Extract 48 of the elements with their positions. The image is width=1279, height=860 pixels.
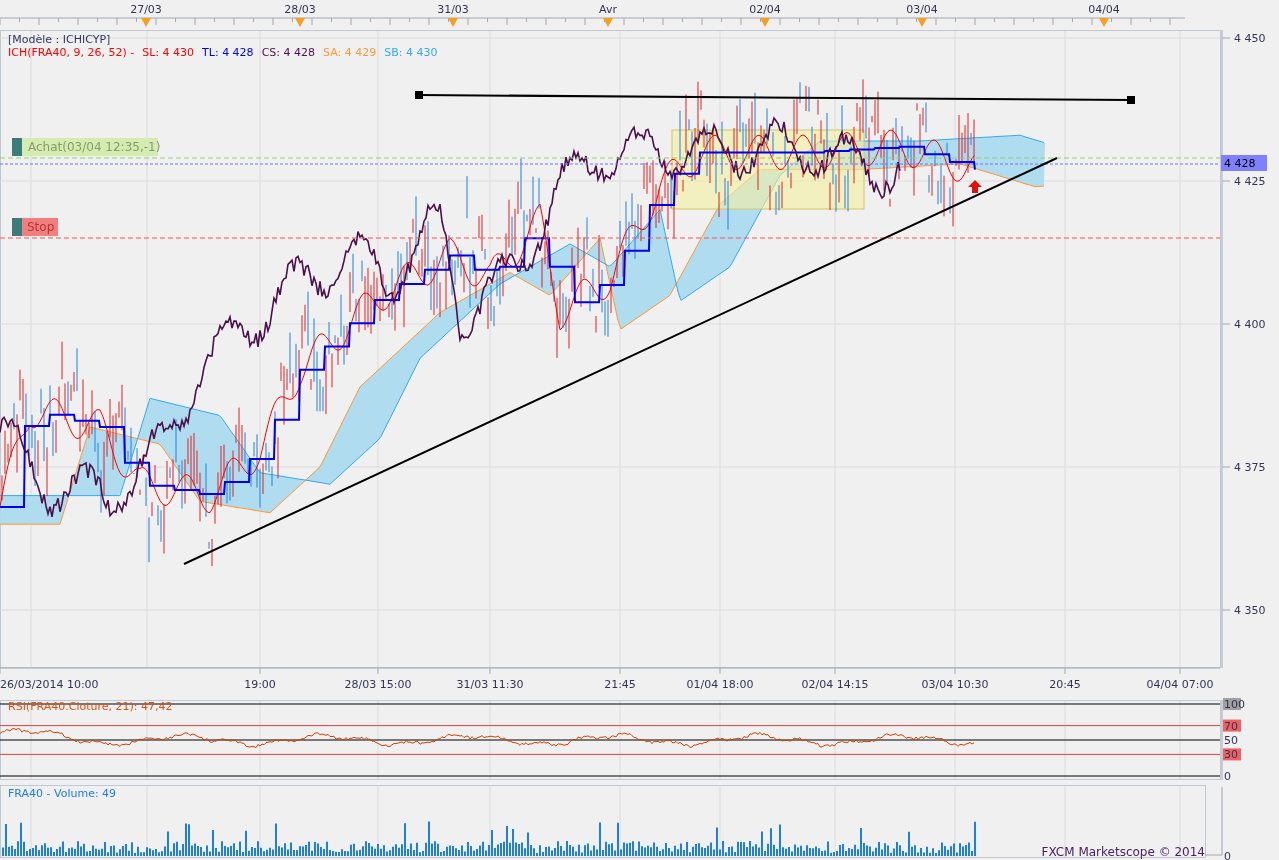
rsi-title: RSI(FRA40.Cloture, 21): 47,42 bbox=[8, 700, 173, 713]
volume-axis bbox=[1204, 786, 1223, 856]
stop-order-label: Stop bbox=[12, 218, 58, 236]
rsi-level-label: 30 bbox=[1224, 748, 1238, 762]
current-price-tag: 4 428 bbox=[1221, 155, 1267, 171]
marker-icon bbox=[760, 18, 770, 27]
rsi-level-label: 50 bbox=[1224, 734, 1238, 747]
price-label: 4 450 bbox=[1234, 32, 1266, 45]
time-label: 28/03 15:00 bbox=[344, 678, 412, 691]
time-label: 19:00 bbox=[244, 678, 276, 691]
time-label: 20:45 bbox=[1049, 678, 1081, 691]
volume-axis-label: 0 bbox=[1224, 850, 1231, 860]
indicator-value: SB: 4 430 bbox=[384, 46, 438, 59]
date-label: 04/04 bbox=[1088, 3, 1120, 16]
date-label: 31/03 bbox=[437, 3, 469, 16]
indicator-value: SL: 4 430 bbox=[142, 46, 195, 59]
marker-icon bbox=[141, 18, 151, 27]
marker-icon bbox=[295, 18, 305, 27]
date-label: Avr bbox=[599, 3, 617, 16]
volume-title: FRA40 - Volume: 49 bbox=[8, 787, 117, 800]
up-arrow-icon bbox=[968, 180, 982, 193]
price-label: 4 400 bbox=[1234, 318, 1266, 331]
rsi-level-label: 0 bbox=[1224, 770, 1231, 783]
time-label: 31/03 11:30 bbox=[456, 678, 524, 691]
date-label: 27/03 bbox=[130, 3, 162, 16]
copyright: FXCM Marketscope © 2014 bbox=[1041, 845, 1205, 859]
model-name: [Modèle : ICHICYP] bbox=[8, 33, 111, 46]
date-label: 02/04 bbox=[749, 3, 781, 16]
marker-icon bbox=[1099, 18, 1109, 27]
time-label: 26/03/2014 10:00 bbox=[0, 678, 99, 691]
rsi-level-label: 70 bbox=[1224, 719, 1238, 733]
indicator-name: ICH(FRA40, 9, 26, 52) - bbox=[8, 46, 135, 59]
time-label: 04/04 07:00 bbox=[1146, 678, 1214, 691]
indicator-value: SA: 4 429 bbox=[323, 46, 377, 59]
date-label: 28/03 bbox=[284, 3, 316, 16]
time-label: 01/04 18:00 bbox=[686, 678, 754, 691]
indicator-value: TL: 4 428 bbox=[202, 46, 254, 59]
date-label: 03/04 bbox=[906, 3, 938, 16]
marker-icon bbox=[917, 18, 927, 27]
indicator-value: CS: 4 428 bbox=[261, 46, 315, 59]
price-label: 4 425 bbox=[1234, 175, 1266, 188]
time-label: 21:45 bbox=[604, 678, 636, 691]
marker-icon bbox=[603, 18, 613, 27]
price-label: 4 350 bbox=[1234, 604, 1266, 617]
time-label: 02/04 14:15 bbox=[801, 678, 869, 691]
marker-icon bbox=[448, 18, 458, 27]
price-label: 4 375 bbox=[1234, 461, 1266, 474]
time-label: 03/04 10:30 bbox=[921, 678, 989, 691]
